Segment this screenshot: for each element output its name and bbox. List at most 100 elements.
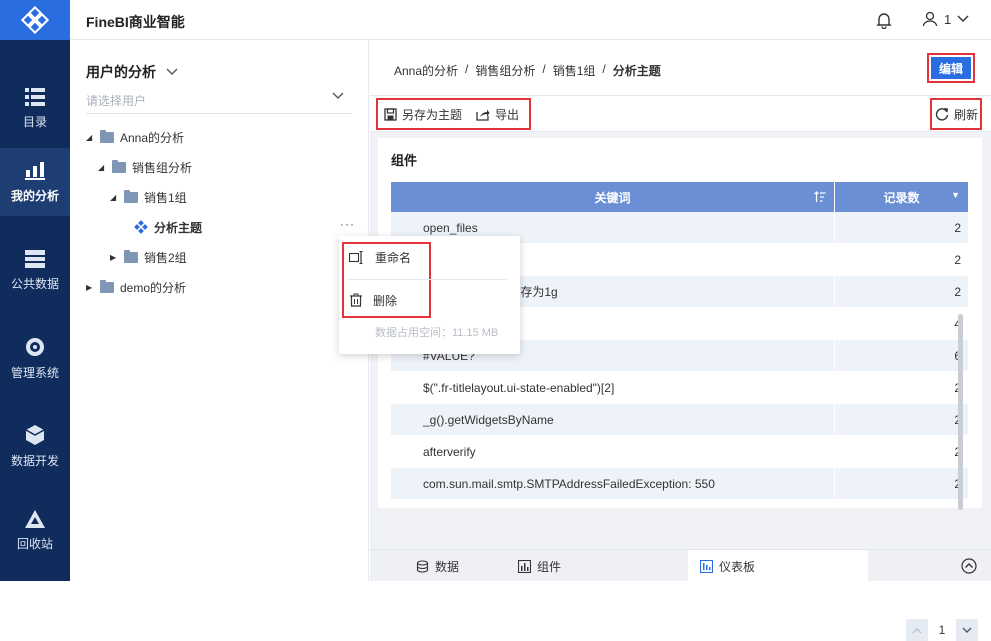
breadcrumb-item[interactable]: 销售组分析 <box>475 62 535 79</box>
tree-item-subject[interactable]: 分析主题 <box>134 216 202 238</box>
panel-title[interactable]: 用户的分析 <box>86 62 178 82</box>
rename-menu-item[interactable]: 重命名 <box>349 246 411 268</box>
bell-icon <box>876 13 892 29</box>
dropdown-arrow-icon[interactable]: ▼ <box>951 190 960 200</box>
logo-icon <box>21 6 49 34</box>
sidebar-item-my-analysis[interactable]: 我的分析 <box>0 148 70 216</box>
table-row[interactable]: afterverify2 <box>391 436 969 468</box>
subject-icon <box>134 220 148 234</box>
refresh-label: 刷新 <box>954 107 979 122</box>
rename-icon <box>349 250 363 264</box>
user-select[interactable]: 请选择用户 <box>86 86 352 114</box>
count-cell: 2 <box>835 372 968 404</box>
breadcrumb-separator: / <box>602 62 606 76</box>
chevron-down-icon <box>957 15 969 22</box>
collapse-button[interactable] <box>961 558 977 574</box>
menu-divider <box>347 279 507 280</box>
keyword-cell: com.sun.mail.smtp.SMTPAddressFailedExcep… <box>391 468 835 500</box>
tree-item-sales-2[interactable]: ▶ 销售2组 <box>110 246 187 268</box>
refresh-highlight: 刷新 <box>930 98 982 130</box>
dashboard-icon <box>700 559 713 573</box>
sidebar-item-data-dev[interactable]: 数据开发 <box>0 412 70 480</box>
recycle-icon <box>25 509 45 528</box>
sidebar-item-catalog[interactable]: 目录 <box>0 74 70 142</box>
catalog-icon <box>25 87 45 106</box>
toolbar: 另存为主题 导出 刷新 <box>370 96 991 132</box>
sidebar-item-recycle[interactable]: 回收站 <box>0 496 70 564</box>
caret-down-icon[interactable]: ◢ <box>110 193 118 202</box>
export-label: 导出 <box>495 107 520 122</box>
tree-item-demo[interactable]: ▶ demo的分析 <box>86 276 186 298</box>
user-analysis-panel: 用户的分析 请选择用户 ◢ Anna的分析 ◢ 销售组分析 ◢ 销售1组 分析主… <box>70 40 369 581</box>
next-page-button[interactable] <box>956 619 978 641</box>
tab-dashboard[interactable]: 仪表板 <box>688 550 868 582</box>
user-menu[interactable]: 1 <box>922 11 969 27</box>
count-cell: 2 <box>835 276 968 308</box>
tree-item-anna[interactable]: ◢ Anna的分析 <box>86 126 184 148</box>
count-cell: 2 <box>835 468 968 500</box>
tab-data[interactable]: 数据 <box>416 550 459 582</box>
breadcrumb-item[interactable]: Anna的分析 <box>394 62 458 79</box>
breadcrumb-separator: / <box>465 62 469 76</box>
tree-item-sales-1[interactable]: ◢ 销售1组 <box>110 186 187 208</box>
refresh-button[interactable]: 刷新 <box>935 106 978 123</box>
sidebar-item-label: 管理系统 <box>10 365 59 380</box>
page-number: 1 <box>938 623 946 637</box>
table-scrollbar[interactable] <box>958 314 963 510</box>
count-cell: 2 <box>835 244 968 276</box>
save-as-label: 另存为主题 <box>402 107 463 122</box>
count-cell: 6 <box>835 340 968 372</box>
column-header-keyword[interactable]: 关键词 <box>391 182 835 212</box>
tree-item-label: demo的分析 <box>120 280 187 295</box>
public-data-icon <box>25 249 45 268</box>
sidebar-item-label: 目录 <box>22 114 47 129</box>
caret-right-icon[interactable]: ▶ <box>110 253 118 262</box>
tree-item-label: 分析主题 <box>154 220 203 235</box>
chevron-up-circle-icon <box>961 558 977 574</box>
delete-menu-item[interactable]: 删除 <box>349 289 397 311</box>
keyword-cell: afterverify <box>391 436 835 468</box>
count-cell: 2 <box>835 212 968 244</box>
count-cell: 4 <box>835 308 968 340</box>
header-bar: Anna的分析 / 销售组分析 / 销售1组 / 分析主题 编辑 <box>370 40 991 96</box>
caret-right-icon[interactable]: ▶ <box>86 283 94 292</box>
tab-label: 组件 <box>537 559 562 574</box>
user-select-placeholder: 请选择用户 <box>86 94 147 108</box>
tab-widget[interactable]: 组件 <box>518 550 561 582</box>
more-options-button[interactable]: ··· <box>340 217 355 231</box>
tree-item-label: 销售1组 <box>144 190 187 205</box>
export-button[interactable]: 导出 <box>476 106 519 123</box>
notification-button[interactable] <box>876 11 892 29</box>
rename-label: 重命名 <box>375 250 412 265</box>
tree-item-label: 销售组分析 <box>132 160 193 175</box>
column-header-count[interactable]: 记录数 ▼ <box>835 182 968 212</box>
context-menu: 重命名 删除 数据占用空间：11.15 MB <box>339 236 520 354</box>
tree-item-sales-group[interactable]: ◢ 销售组分析 <box>98 156 192 178</box>
sidebar-item-label: 回收站 <box>16 536 53 551</box>
prev-page-button[interactable] <box>906 619 928 641</box>
table-row[interactable]: _g().getWidgetsByName2 <box>391 404 969 436</box>
trash-icon <box>350 293 362 307</box>
sort-icon[interactable] <box>814 191 826 203</box>
caret-down-icon[interactable]: ◢ <box>98 163 106 172</box>
tree-item-label: 销售2组 <box>144 250 187 265</box>
column-header-label: 记录数 <box>883 190 920 205</box>
sidebar-item-admin[interactable]: 管理系统 <box>0 324 70 392</box>
caret-down-icon[interactable]: ◢ <box>86 133 94 142</box>
top-bar: FineBI商业智能 1 <box>70 0 991 40</box>
tab-label: 仪表板 <box>719 559 756 574</box>
edit-button[interactable]: 编辑 <box>931 57 971 79</box>
breadcrumb-item[interactable]: 销售1组 <box>553 62 596 79</box>
breadcrumb: Anna的分析 / 销售组分析 / 销售1组 / 分析主题 <box>394 62 661 79</box>
tab-label: 数据 <box>435 559 460 574</box>
sidebar-item-public-data[interactable]: 公共数据 <box>0 236 70 304</box>
chevron-up-icon <box>912 627 922 633</box>
chevron-down-icon <box>962 627 972 633</box>
table-row[interactable]: $(".fr-titlelayout.ui-state-enabled")[2]… <box>391 372 969 404</box>
sidebar-item-label: 我的分析 <box>10 188 59 203</box>
app-logo[interactable] <box>0 0 70 40</box>
keyword-cell: _g().getWidgetsByName <box>391 404 835 436</box>
table-row[interactable]: com.sun.mail.smtp.SMTPAddressFailedExcep… <box>391 468 969 500</box>
database-icon <box>416 559 429 573</box>
save-as-subject-button[interactable]: 另存为主题 <box>384 106 462 123</box>
